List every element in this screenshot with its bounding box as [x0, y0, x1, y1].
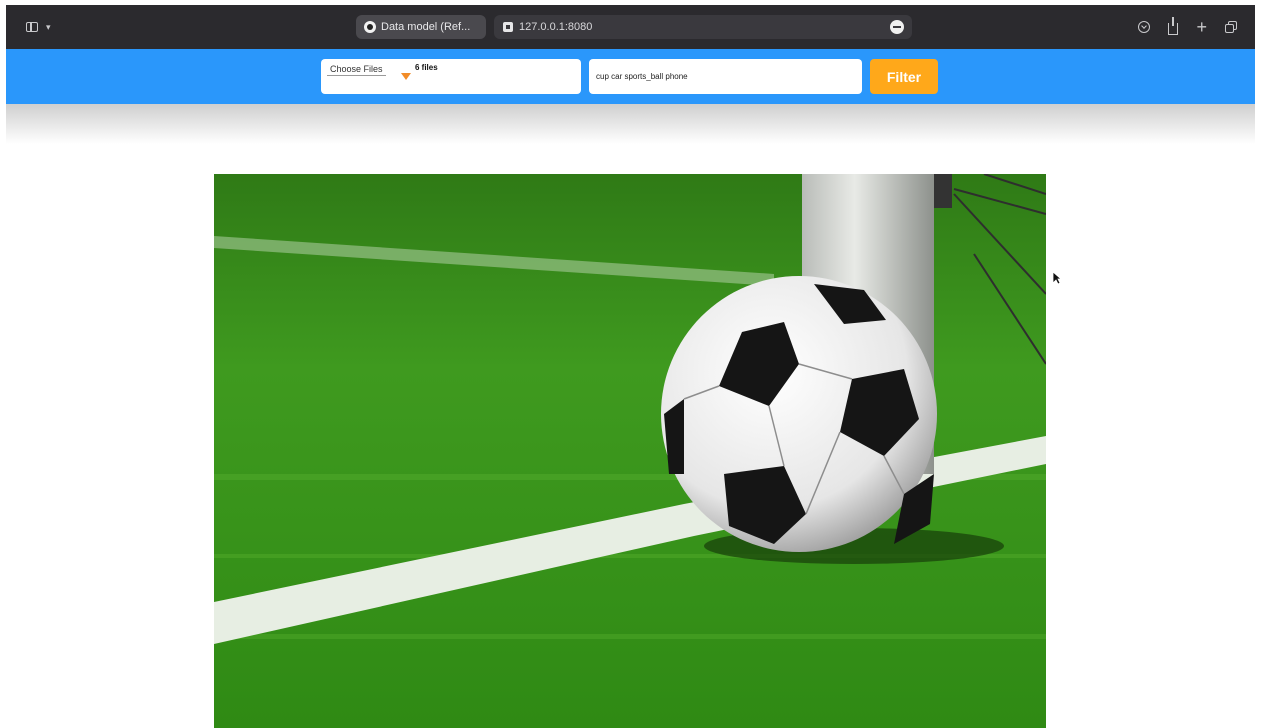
share-icon[interactable] [1168, 16, 1179, 35]
result-image [214, 174, 1046, 728]
address-bar[interactable]: 127.0.0.1:8080 [494, 15, 912, 39]
site-icon [503, 22, 513, 32]
soccer-ball-photo [214, 174, 1046, 728]
tags-input[interactable] [589, 59, 862, 94]
pointer-indicator-icon [401, 73, 411, 80]
sidebar-toggle[interactable]: ▾ [26, 5, 51, 49]
tabs-overview-icon[interactable] [1225, 21, 1237, 33]
tab-title: Data model (Ref... [381, 21, 471, 33]
download-icon[interactable] [1138, 21, 1151, 33]
sidebar-icon[interactable] [26, 22, 38, 32]
file-input[interactable]: Choose Files 6 files [321, 59, 581, 94]
choose-files-button[interactable]: Choose Files [327, 63, 386, 76]
minus-circle-icon[interactable] [890, 20, 904, 34]
toolbar-shadow [6, 104, 1255, 144]
file-count-label: 6 files [415, 63, 438, 72]
tab-data-model[interactable]: Data model (Ref... [356, 15, 486, 39]
filter-button[interactable]: Filter [870, 59, 938, 94]
browser-toolbar: ▾ Data model (Ref... 127.0.0.1:8080 + [6, 5, 1255, 49]
tab-favicon-icon [364, 21, 376, 33]
mouse-cursor-icon [1052, 271, 1062, 285]
browser-actions: + [1138, 5, 1237, 49]
chevron-down-icon[interactable]: ▾ [46, 22, 51, 33]
filter-toolbar: Choose Files 6 files Filter [6, 49, 1255, 104]
url-text[interactable]: 127.0.0.1:8080 [519, 21, 592, 33]
plus-icon[interactable]: + [1196, 18, 1207, 36]
